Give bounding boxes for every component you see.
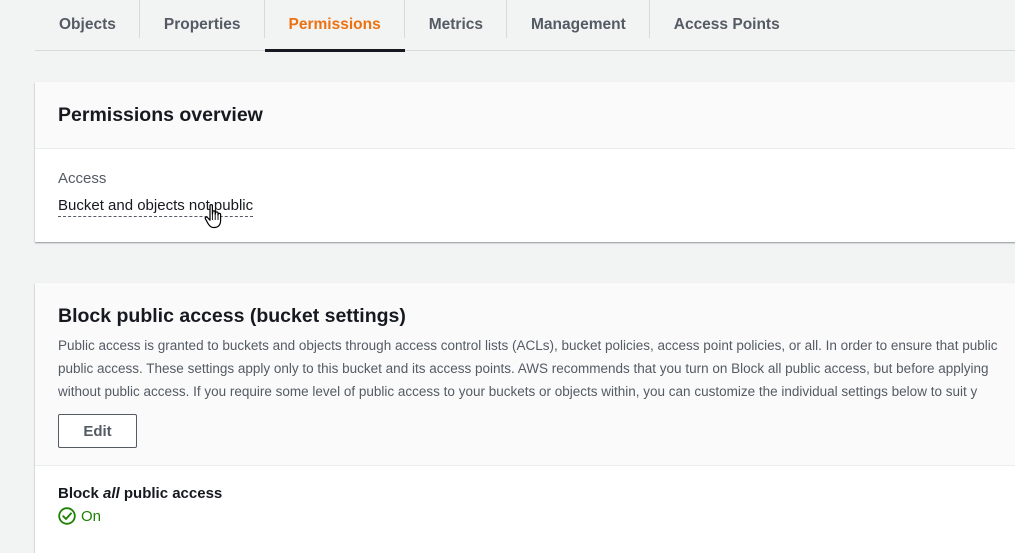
- access-value-info-link[interactable]: Bucket and objects not public: [58, 197, 254, 217]
- access-label: Access: [58, 170, 107, 187]
- block-all-public-access-label: Block all public access: [58, 485, 223, 502]
- panel-title: Block public access (bucket settings): [58, 305, 406, 327]
- tab-label: Management: [531, 16, 626, 33]
- tab-objects[interactable]: Objects: [35, 0, 140, 50]
- tab-label: Metrics: [428, 16, 483, 33]
- panel-description: Public access is granted to buckets and …: [58, 334, 1002, 403]
- tab-label: Access Points: [673, 16, 780, 33]
- permissions-overview-panel: Permissions overview Access Bucket and o…: [35, 82, 1015, 242]
- status-text: On: [81, 507, 102, 525]
- tab-label: Properties: [163, 16, 241, 33]
- tab-label: Permissions: [288, 16, 381, 33]
- check-circle-icon: [58, 507, 76, 525]
- edit-button[interactable]: Edit: [58, 414, 137, 448]
- block-public-access-panel: Block public access (bucket settings) Pu…: [35, 283, 1015, 553]
- description-line: without public access. If you require so…: [58, 384, 978, 399]
- tab-metrics[interactable]: Metrics: [405, 0, 507, 50]
- tab-properties[interactable]: Properties: [140, 0, 265, 50]
- tab-permissions[interactable]: Permissions: [264, 0, 405, 52]
- tab-management[interactable]: Management: [507, 0, 650, 50]
- panel-header: Block public access (bucket settings) Pu…: [35, 283, 1015, 466]
- tab-bar: Objects Properties Permissions Metrics M…: [35, 0, 1015, 52]
- status-indicator: On: [58, 507, 1002, 525]
- tab-access-points[interactable]: Access Points: [650, 0, 804, 50]
- panel-title: Permissions overview: [58, 103, 263, 126]
- description-line: Public access is granted to buckets and …: [58, 338, 998, 353]
- description-line: public access. These settings apply only…: [58, 361, 989, 376]
- panel-header: Permissions overview: [35, 82, 1015, 149]
- tab-label: Objects: [59, 16, 116, 33]
